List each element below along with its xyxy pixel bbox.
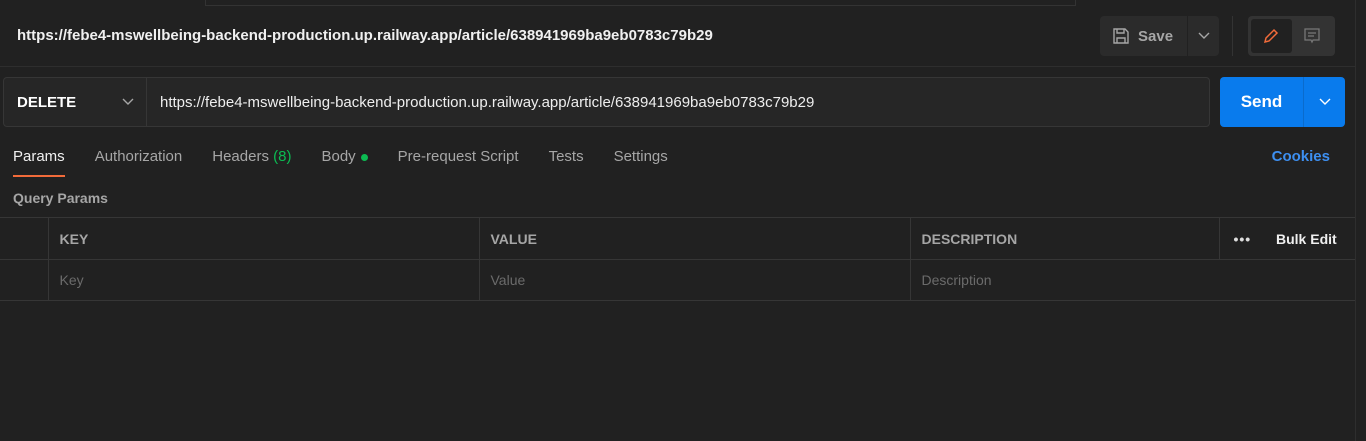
row-checkbox-cell <box>0 259 48 301</box>
url-input[interactable]: https://febe4-mswellbeing-backend-produc… <box>147 78 814 126</box>
right-divider <box>1355 0 1356 441</box>
comments-button[interactable] <box>1292 19 1333 53</box>
comment-icon <box>1304 28 1320 44</box>
send-dropdown-button[interactable] <box>1304 77 1345 127</box>
query-params-title: Query Params <box>13 190 108 206</box>
table-header: KEY VALUE DESCRIPTION ••• Bulk Edit <box>0 217 1355 260</box>
tab-settings[interactable]: Settings <box>614 148 668 177</box>
divider <box>0 66 1355 67</box>
divider <box>1232 16 1233 56</box>
send-group: Send <box>1220 77 1345 127</box>
headers-count: (8) <box>273 148 292 165</box>
query-params-table: KEY VALUE DESCRIPTION ••• Bulk Edit Key … <box>0 217 1355 301</box>
save-group: Save <box>1100 16 1220 56</box>
request-tabs: Params Authorization Headers (8) Body Pr… <box>13 148 698 177</box>
column-key: KEY <box>47 217 479 260</box>
tab-authorization[interactable]: Authorization <box>95 148 183 177</box>
table-row: Key Value Description <box>0 259 1355 301</box>
pencil-icon <box>1264 28 1279 44</box>
bulk-edit-button[interactable]: Bulk Edit <box>1265 217 1355 260</box>
tab-label: Pre-request Script <box>397 148 519 165</box>
key-input[interactable]: Key <box>47 259 479 301</box>
description-input[interactable]: Description <box>909 259 1355 301</box>
tab-headers[interactable]: Headers (8) <box>212 148 291 177</box>
tab-label: Settings <box>613 148 668 165</box>
tab-label: Headers <box>212 148 269 165</box>
tab-params[interactable]: Params <box>13 148 65 177</box>
method-label: DELETE <box>17 93 77 111</box>
chevron-down-icon <box>1319 98 1330 105</box>
tab-body[interactable]: Body <box>321 148 368 177</box>
edit-mode-button[interactable] <box>1251 19 1292 53</box>
save-icon <box>1113 28 1129 44</box>
tab-label: Params <box>13 148 65 165</box>
tab-label: Authorization <box>94 148 183 165</box>
body-indicator-dot <box>360 153 368 161</box>
checkbox-column <box>0 217 48 260</box>
value-input[interactable]: Value <box>478 259 910 301</box>
tab-pre-request-script[interactable]: Pre-request Script <box>398 148 519 177</box>
column-value: VALUE <box>478 217 910 260</box>
url-bar: DELETE https://febe4-mswellbeing-backend… <box>3 77 1210 127</box>
more-options-icon[interactable]: ••• <box>1218 217 1265 260</box>
save-label: Save <box>1138 27 1174 45</box>
send-button[interactable]: Send <box>1220 77 1304 127</box>
method-select[interactable]: DELETE <box>4 78 147 126</box>
tab-label: Body <box>321 148 356 165</box>
save-button[interactable]: Save <box>1100 16 1189 56</box>
chevron-down-icon <box>122 98 134 105</box>
cookies-link[interactable]: Cookies <box>1272 148 1330 165</box>
tab-tests[interactable]: Tests <box>549 148 584 177</box>
column-description: DESCRIPTION <box>909 217 1219 260</box>
tab-label: Tests <box>548 148 584 165</box>
save-dropdown-button[interactable] <box>1188 16 1219 56</box>
chevron-down-icon <box>1198 32 1210 39</box>
mode-toggle <box>1248 16 1335 56</box>
top-border <box>205 0 1076 6</box>
request-title: https://febe4-mswellbeing-backend-produc… <box>17 27 713 44</box>
